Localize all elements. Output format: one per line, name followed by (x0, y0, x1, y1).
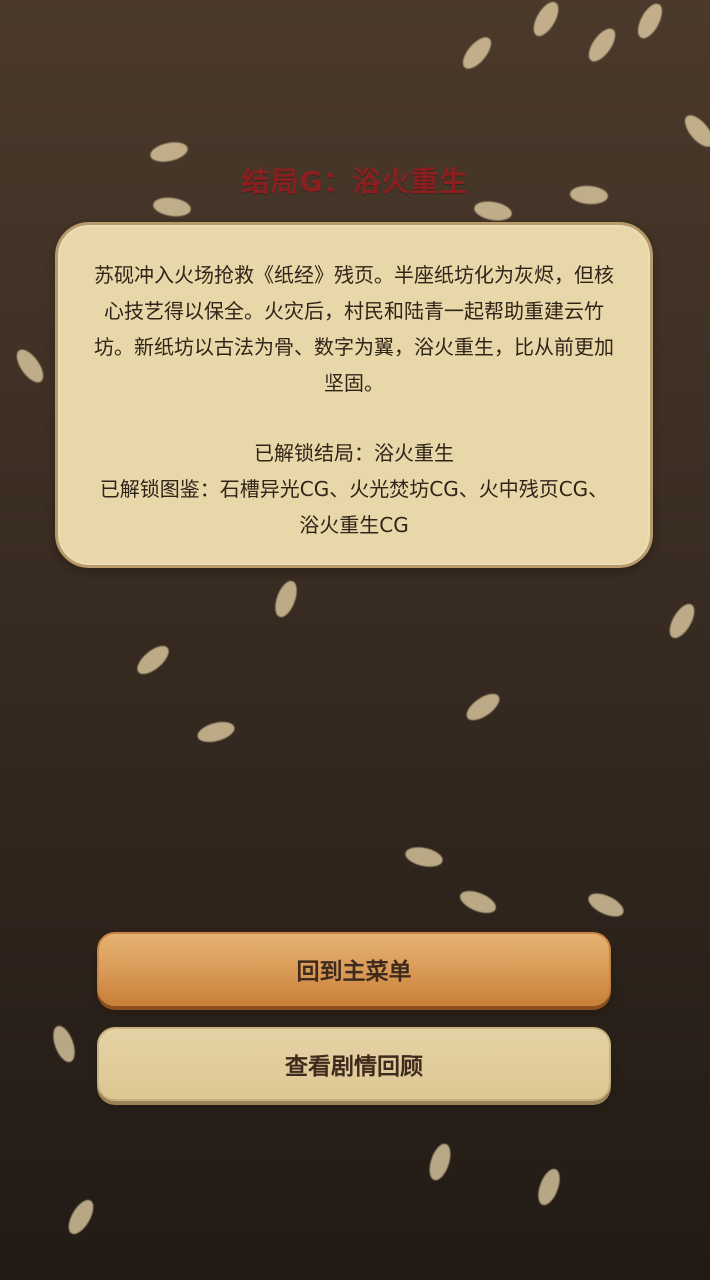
paper-fleck (633, 0, 667, 43)
paper-fleck (457, 886, 499, 918)
ending-title: 结局G：浴火重生 (241, 165, 469, 198)
review-story-button[interactable]: 查看剧情回顾 (97, 1027, 611, 1101)
card-spacer (92, 401, 616, 435)
paper-fleck (425, 1141, 455, 1183)
paper-fleck (462, 688, 504, 726)
paper-fleck (457, 32, 497, 74)
paper-fleck (11, 345, 49, 387)
paper-fleck (472, 198, 514, 224)
unlocked-gallery-text: 已解锁图鉴：石槽异光CG、火光焚坊CG、火中残页CG、浴火重生CG (99, 477, 609, 537)
main-menu-button[interactable]: 回到主菜单 (97, 932, 611, 1006)
paper-fleck (132, 640, 174, 680)
paper-fleck (664, 600, 700, 642)
ending-story-text: 苏砚冲入火场抢救《纸经》残页。半座纸坊化为灰烬，但核心技艺得以保全。火灾后，村民… (94, 263, 614, 395)
paper-fleck (583, 24, 621, 66)
paper-fleck (271, 578, 301, 620)
paper-fleck (49, 1023, 79, 1065)
paper-fleck (63, 1196, 99, 1238)
paper-fleck (584, 888, 628, 922)
paper-fleck (403, 844, 445, 870)
unlocked-ending-text: 已解锁结局：浴火重生 (254, 441, 454, 465)
paper-fleck (679, 110, 710, 152)
paper-fleck (534, 1166, 564, 1208)
paper-fleck (195, 718, 237, 746)
paper-fleck (528, 0, 564, 40)
ending-card: 苏砚冲入火场抢救《纸经》残页。半座纸坊化为灰烬，但核心技艺得以保全。火灾后，村民… (55, 222, 653, 568)
